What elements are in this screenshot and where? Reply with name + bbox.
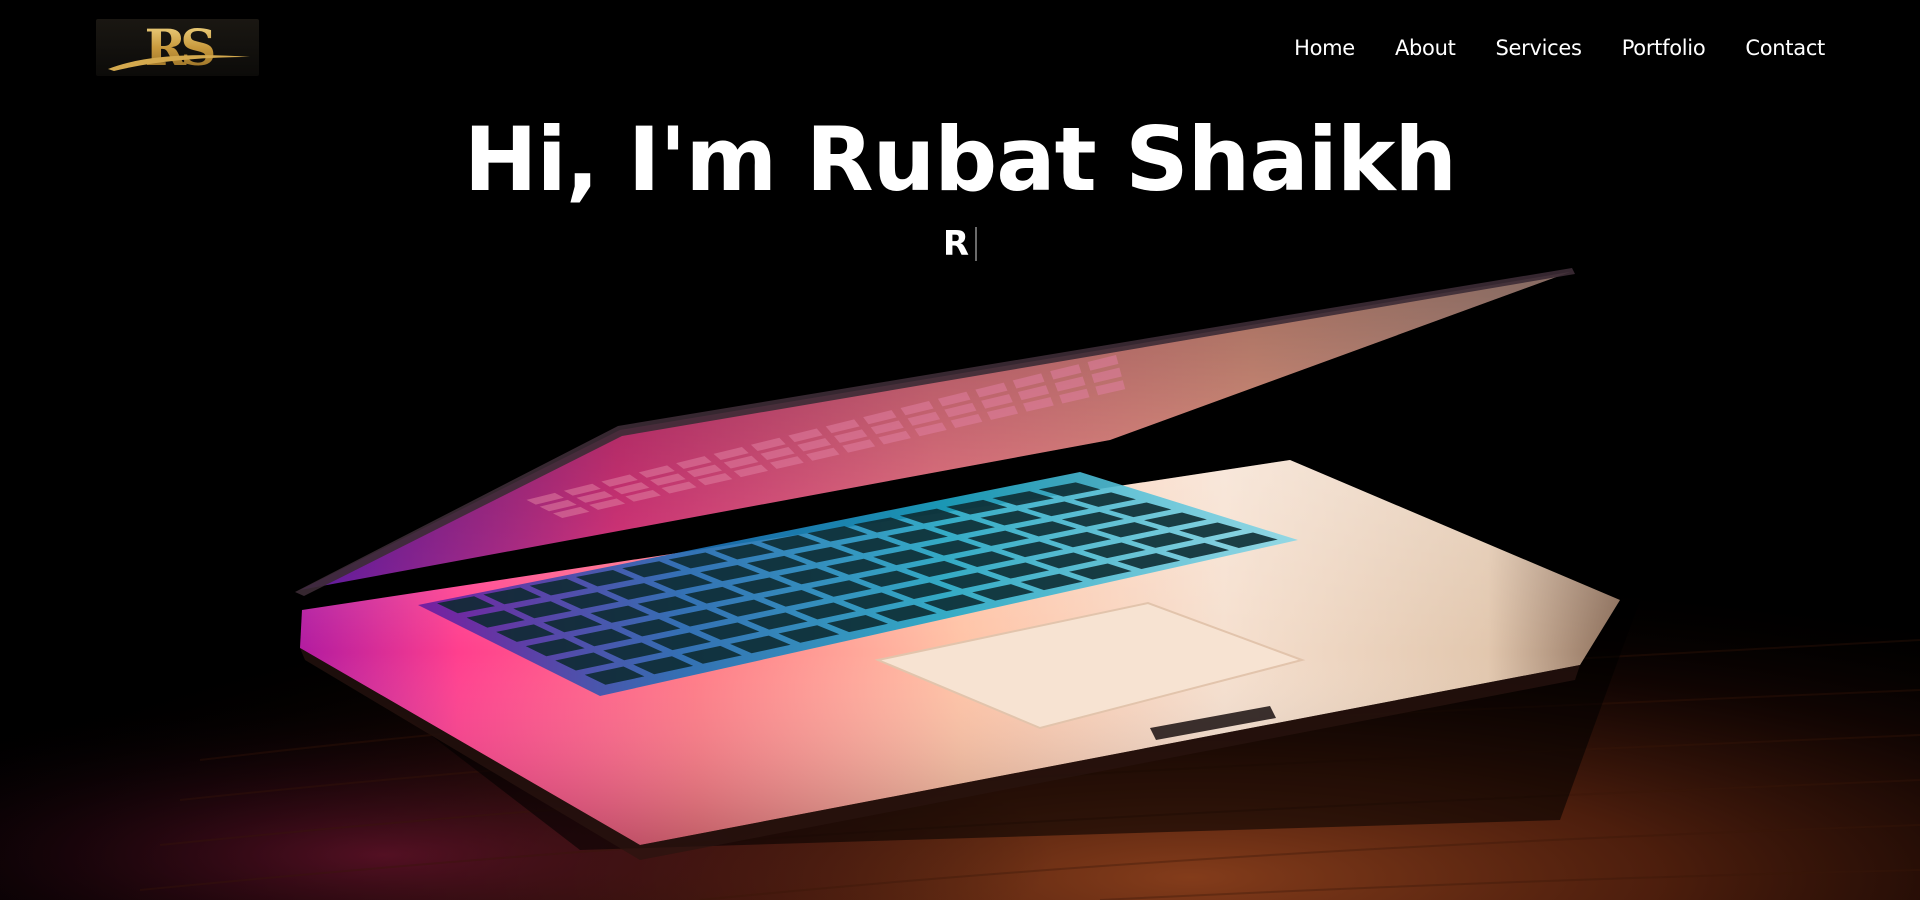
nav-link-home[interactable]: Home bbox=[1294, 33, 1355, 63]
typing-cursor bbox=[975, 227, 978, 261]
nav-link-portfolio[interactable]: Portfolio bbox=[1622, 33, 1706, 63]
top-navbar: RS Home About Services Portfolio Contact bbox=[0, 0, 1920, 96]
site-logo[interactable]: RS bbox=[96, 19, 259, 76]
typed-text: R bbox=[942, 224, 970, 264]
nav-link-services[interactable]: Services bbox=[1496, 33, 1582, 63]
nav-link-about[interactable]: About bbox=[1395, 33, 1456, 63]
logo-swoosh-icon bbox=[108, 55, 250, 71]
nav-link-contact[interactable]: Contact bbox=[1745, 33, 1825, 63]
main-nav: Home About Services Portfolio Contact bbox=[1294, 33, 1825, 63]
typed-subtitle: R bbox=[0, 222, 1920, 266]
hero-headline: Hi, I'm Rubat Shaikh bbox=[463, 108, 1457, 211]
